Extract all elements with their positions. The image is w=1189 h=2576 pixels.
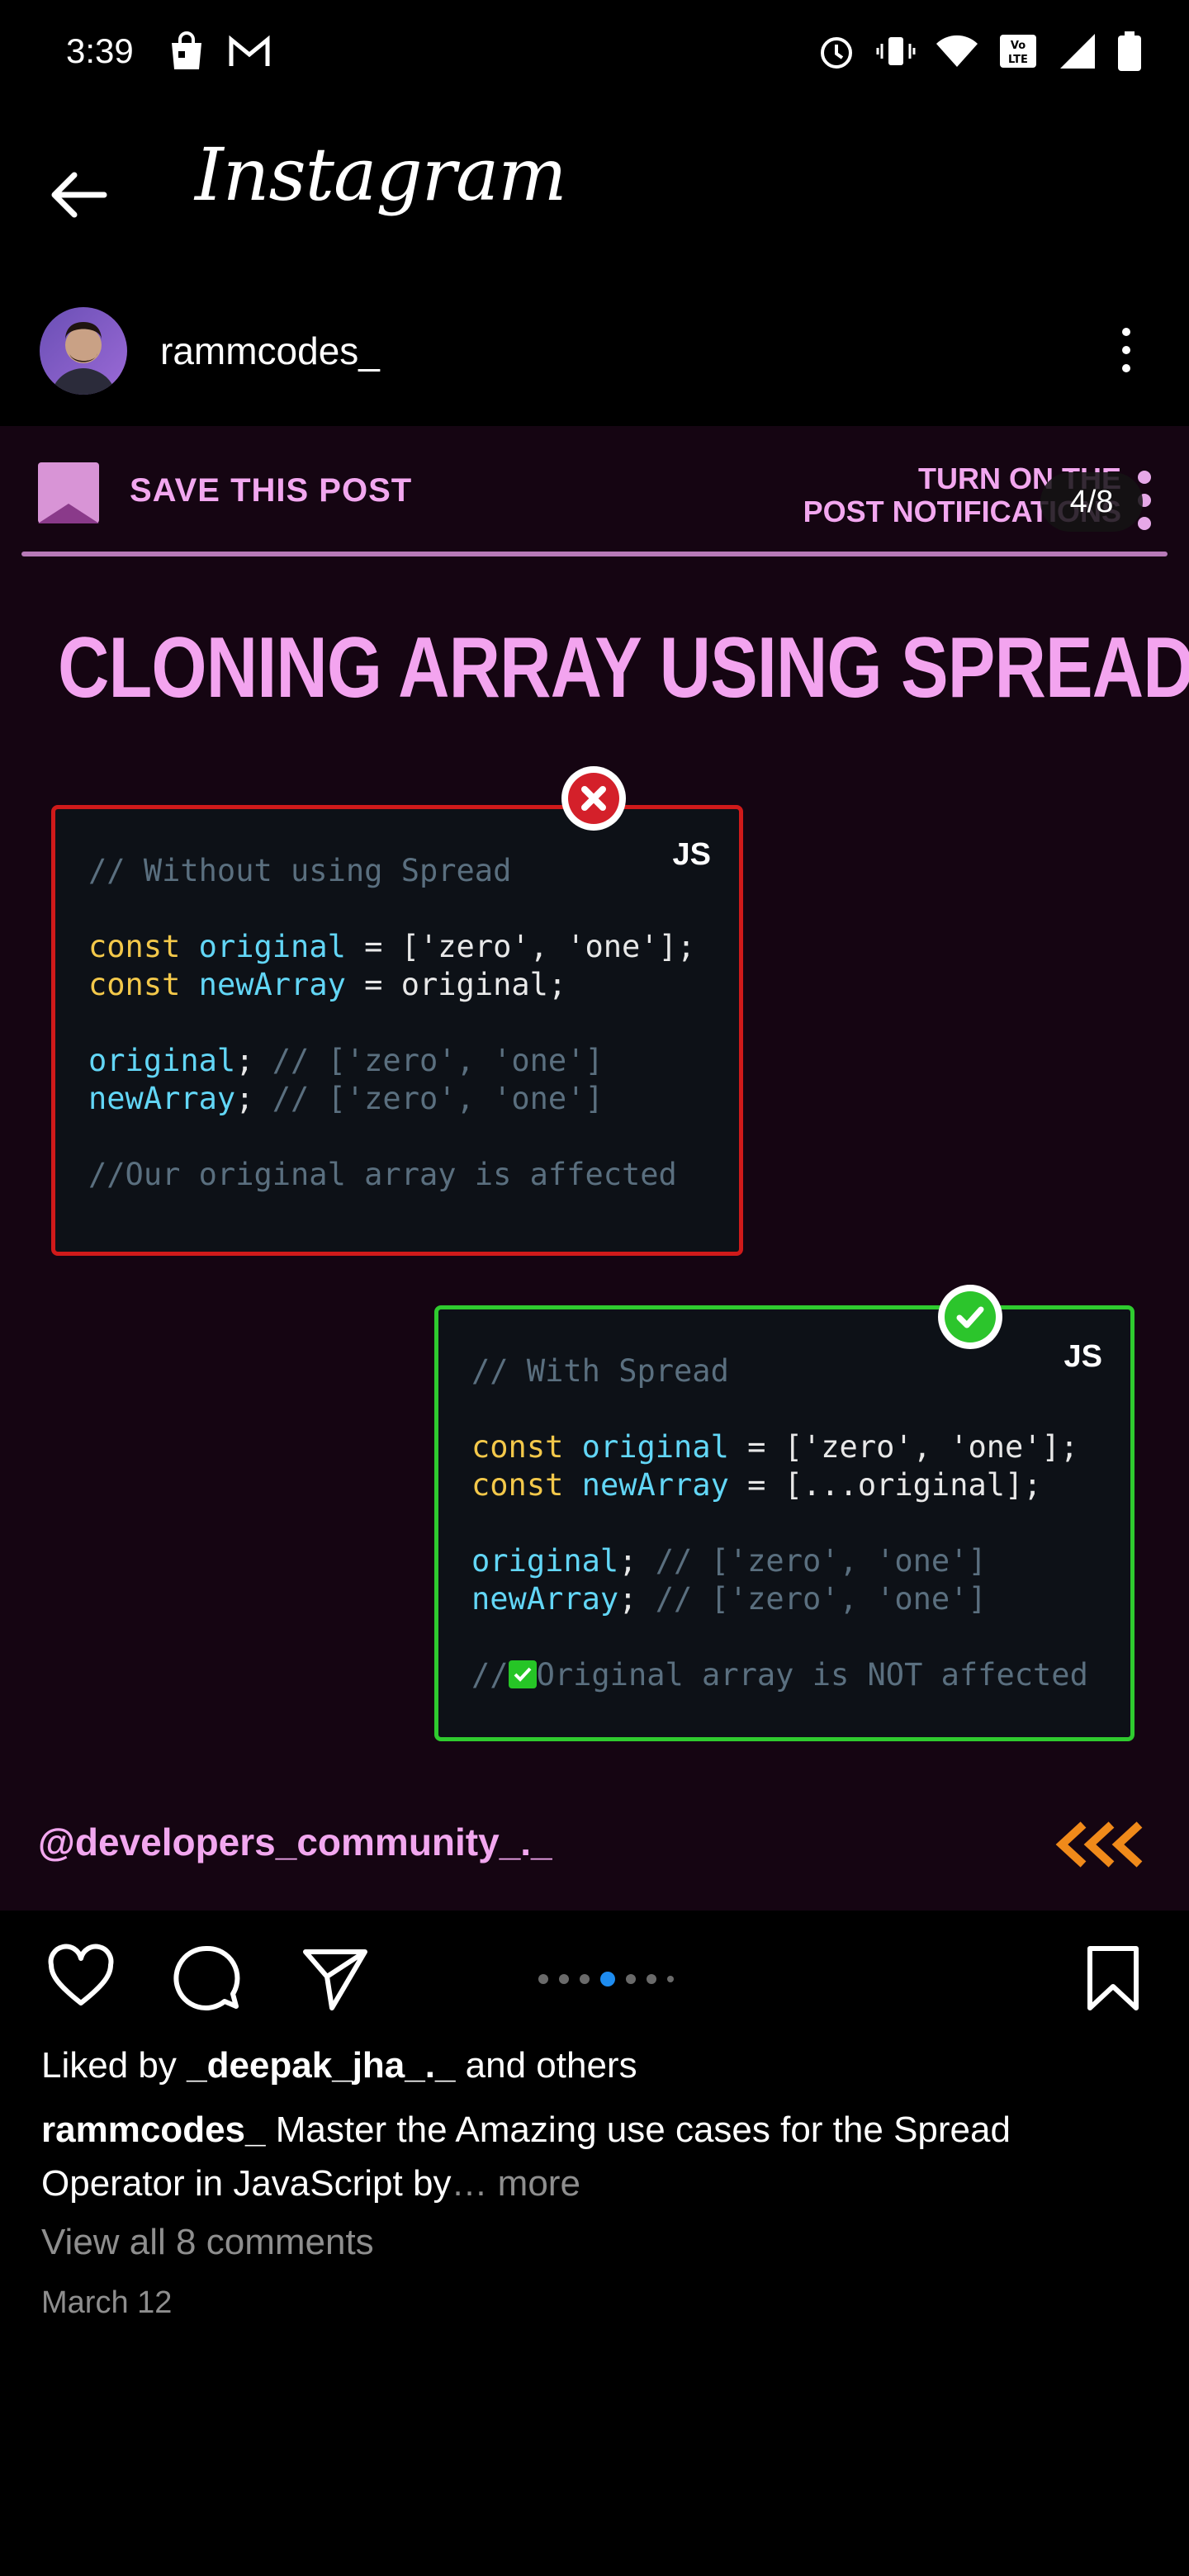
code-comment: Original array is NOT affected [536, 1657, 1088, 1693]
status-icons-right: Vo LTE [816, 30, 1143, 73]
code-text: = original; [345, 967, 567, 1002]
divider [21, 552, 1168, 556]
battery-icon [1118, 31, 1141, 71]
code-identifier: original [198, 929, 346, 964]
save-post-text: SAVE THIS POST [130, 472, 413, 509]
caption-more-link[interactable]: … more [451, 2163, 580, 2204]
carousel-dot [580, 1974, 590, 1984]
gmail-icon [229, 35, 270, 66]
svg-text:LTE: LTE [1008, 54, 1028, 66]
post-caption: rammcodes_ Master the Amazing use cases … [41, 2103, 1148, 2210]
code-keyword: const [88, 967, 181, 1002]
status-time: 3:39 [66, 31, 134, 70]
code-card-with-spread: JS // With Spread const original = ['zer… [434, 1305, 1135, 1741]
code-keyword: const [88, 929, 181, 964]
code-comment: // ['zero', 'one'] [253, 1043, 604, 1078]
code-comment: // ['zero', 'one'] [637, 1581, 987, 1617]
code-comment: //Our original array is affected [88, 1157, 677, 1192]
bookmark-ribbon-icon [38, 462, 99, 523]
code-comment: // ['zero', 'one'] [253, 1081, 604, 1116]
alarm-icon [821, 37, 852, 69]
code-identifier: original [581, 1429, 729, 1465]
carousel-dot [667, 1976, 674, 1982]
code-identifier: newArray [581, 1467, 729, 1503]
like-heart-icon[interactable] [46, 1944, 116, 2013]
post-author-username[interactable]: rammcodes_ [160, 329, 380, 373]
code-text: ; [618, 1581, 637, 1617]
post-date: March 12 [41, 2285, 173, 2320]
carousel-dot [626, 1974, 636, 1984]
error-badge [561, 766, 626, 831]
code-text: ; [618, 1543, 637, 1579]
view-comments-link[interactable]: View all 8 comments [41, 2222, 374, 2263]
code-card-without-spread: JS // Without using Spread const origina… [51, 805, 743, 1256]
liked-prefix: Liked by [41, 2045, 187, 2086]
carousel-dot [559, 1974, 569, 1984]
more-options-icon[interactable] [1116, 325, 1136, 375]
code-identifier: original [88, 1043, 236, 1078]
code-identifier: newArray [198, 967, 346, 1002]
code-comment: // With Spread [471, 1353, 729, 1389]
liked-suffix[interactable]: and others [455, 2045, 637, 2086]
vibrate-icon [876, 37, 916, 65]
community-handle: @developers_community_._ [38, 1821, 552, 1863]
post-image[interactable]: SAVE THIS POST TURN ON THE POST NOTIFICA… [0, 426, 1189, 1911]
liked-by-user-link[interactable]: _deepak_jha_._ [187, 2045, 455, 2086]
code-text: = ['zero', 'one']; [345, 929, 696, 964]
code-comment: // [471, 1657, 509, 1693]
status-icons-left [165, 30, 272, 73]
back-arrow-icon[interactable] [46, 162, 112, 228]
code-comment: // ['zero', 'one'] [637, 1543, 987, 1579]
check-box-icon [508, 1660, 537, 1688]
svg-text:Vo: Vo [1011, 40, 1026, 52]
code-identifier: newArray [88, 1081, 236, 1116]
code-text: = ['zero', 'one']; [728, 1429, 1079, 1465]
code-identifier: original [471, 1543, 619, 1579]
check-icon [956, 1306, 984, 1328]
volte-icon: Vo LTE [1000, 35, 1036, 68]
caption-username-link[interactable]: rammcodes_ [41, 2110, 265, 2150]
x-icon [581, 786, 606, 811]
code-text: ; [235, 1081, 254, 1116]
post-headline: CLONING ARRAY USING SPREAD [58, 620, 1189, 716]
code-block: // Without using Spread const original =… [88, 852, 695, 1194]
triple-chevron-left-icon [1055, 1821, 1143, 1868]
carousel-dot [600, 1972, 615, 1986]
profile-photo-icon [51, 322, 116, 395]
code-text: = [...original]; [728, 1467, 1042, 1503]
wifi-icon [936, 35, 978, 67]
carousel-dot [647, 1974, 656, 1984]
liked-by-text: Liked by _deepak_jha_._ and others [41, 2045, 637, 2086]
share-send-icon[interactable] [301, 1944, 370, 2013]
carousel-dot [538, 1974, 548, 1984]
code-text: ; [235, 1043, 254, 1078]
signal-icon [1060, 34, 1095, 69]
app-title: Instagram [195, 132, 567, 217]
code-keyword: const [471, 1467, 564, 1503]
code-identifier: newArray [471, 1581, 619, 1617]
code-comment: // Without using Spread [88, 853, 512, 888]
carousel-counter: 4/8 [1040, 472, 1143, 532]
code-block: // With Spread const original = ['zero',… [471, 1352, 1088, 1694]
comment-icon[interactable] [172, 1944, 241, 2013]
avatar[interactable] [40, 307, 127, 395]
carousel-indicator [538, 1972, 674, 1986]
code-keyword: const [471, 1429, 564, 1465]
success-badge [938, 1285, 1002, 1349]
shopping-bag-icon [172, 31, 201, 69]
save-bookmark-icon[interactable] [1078, 1944, 1148, 2013]
